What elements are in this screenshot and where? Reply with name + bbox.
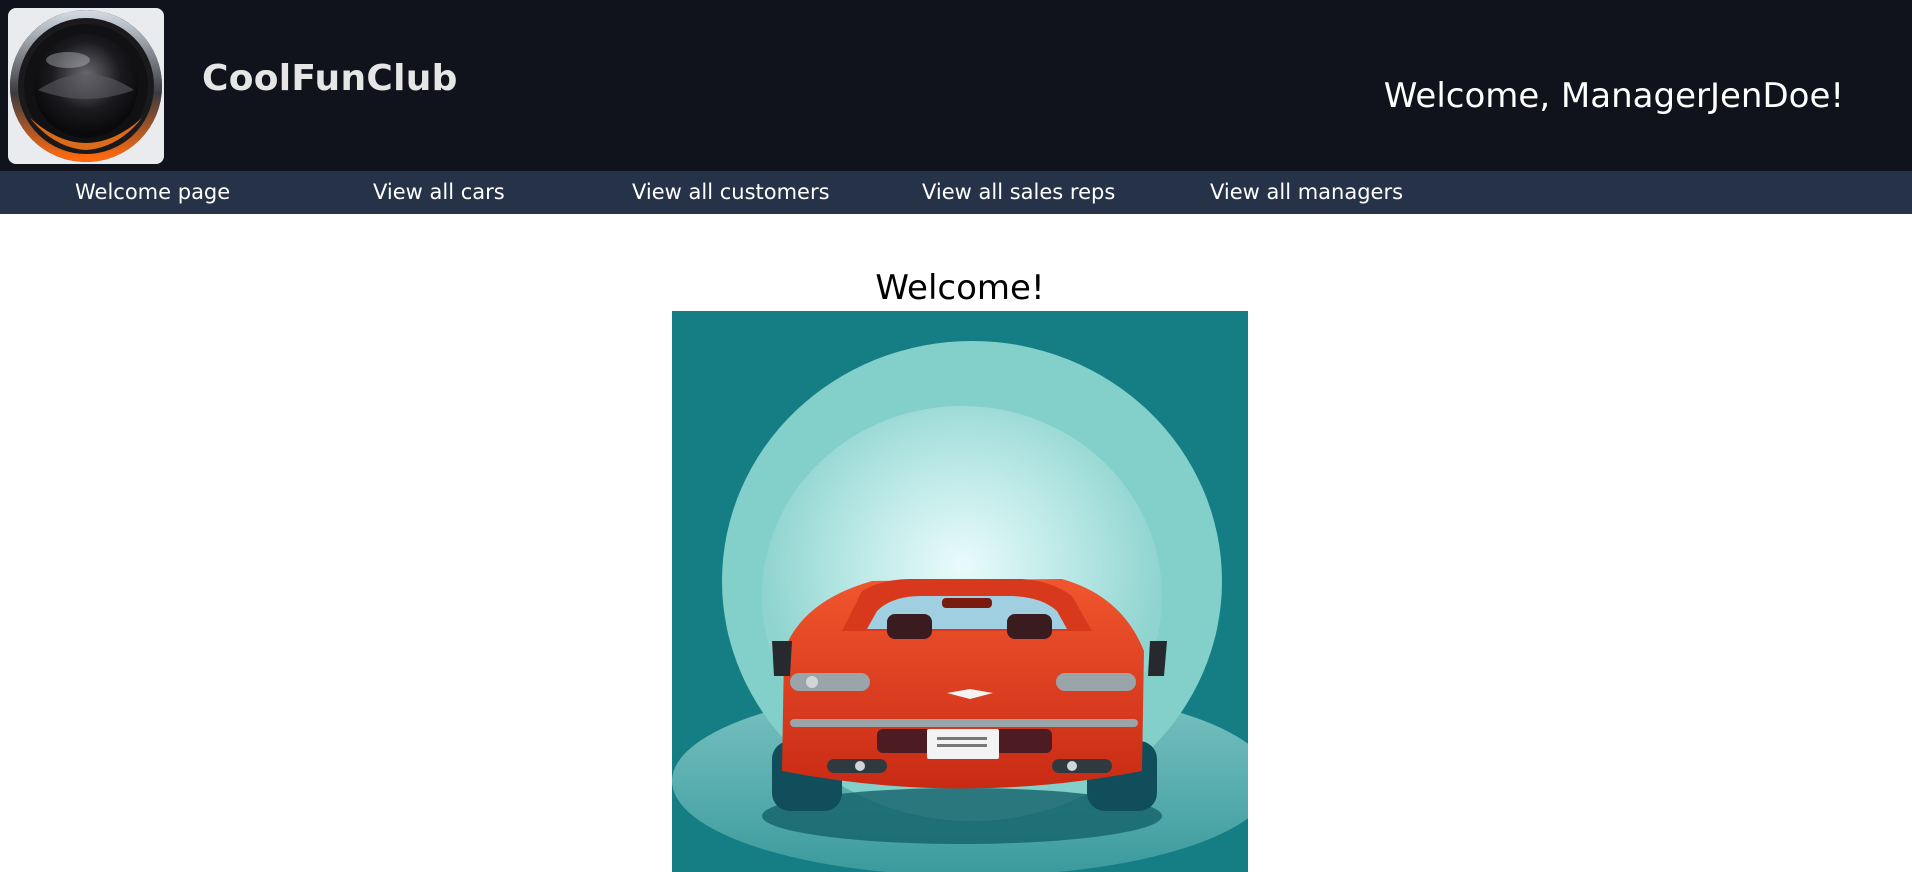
wheel-logo-icon[interactable] (8, 8, 164, 164)
user-welcome-text: Welcome, ManagerJenDoe! (1383, 76, 1844, 116)
main-nav: Welcome page View all cars View all cust… (0, 171, 1912, 214)
nav-item-view-all-sales-reps[interactable]: View all sales reps (922, 171, 1115, 214)
hero-car-image (672, 311, 1248, 872)
nav-item-view-all-customers[interactable]: View all customers (632, 171, 830, 214)
site-header: CoolFunClub Welcome, ManagerJenDoe! (0, 0, 1912, 171)
nav-item-view-all-cars[interactable]: View all cars (373, 171, 505, 214)
page-heading: Welcome! (875, 268, 1045, 308)
nav-item-view-all-managers[interactable]: View all managers (1210, 171, 1403, 214)
site-title: CoolFunClub (202, 58, 458, 99)
nav-item-welcome-page[interactable]: Welcome page (75, 171, 230, 214)
